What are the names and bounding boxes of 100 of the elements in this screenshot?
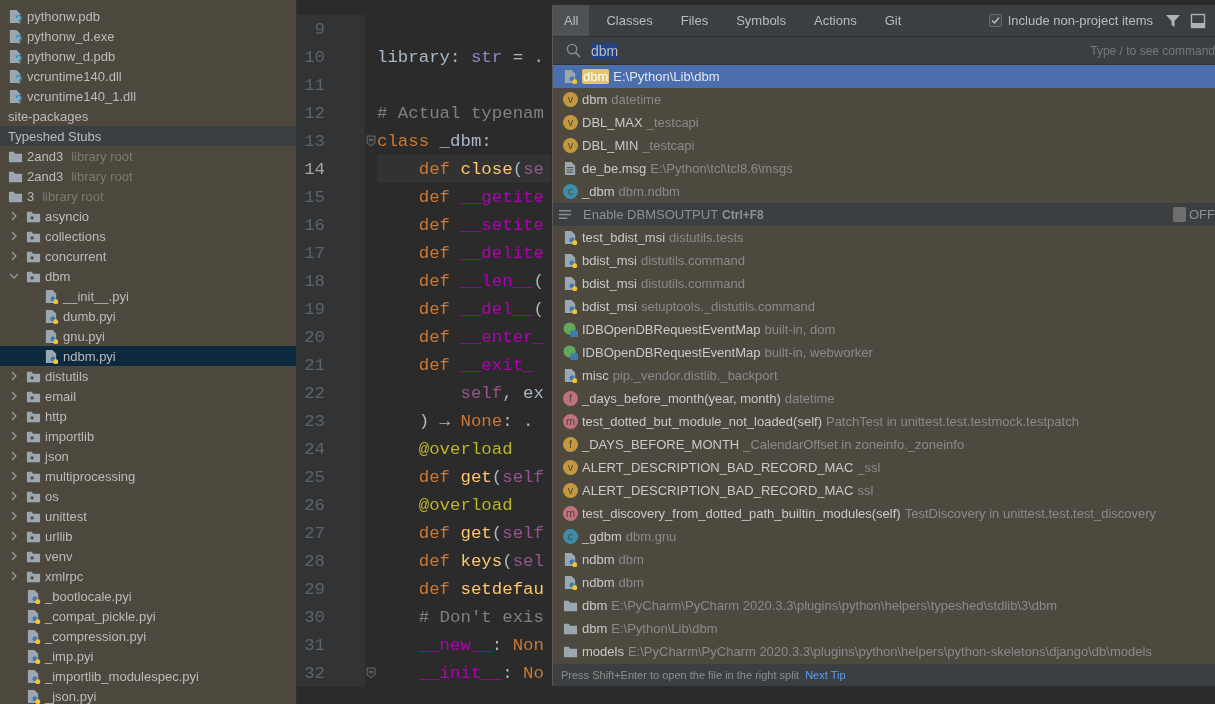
- result-item[interactable]: bdist_msi setuptools._distutils.command: [553, 295, 1215, 318]
- chevron-right-icon[interactable]: [9, 491, 19, 501]
- unknown-file-icon: [8, 28, 23, 44]
- chevron-right-icon[interactable]: [9, 431, 19, 441]
- chevron-right-icon[interactable]: [9, 251, 19, 261]
- chevron-right-icon[interactable]: [9, 211, 19, 221]
- search-field[interactable]: dbm: [591, 42, 619, 59]
- result-item[interactable]: v DBL_MIN _testcapi: [553, 134, 1215, 157]
- result-item[interactable]: c _dbm dbm.ndbm: [553, 180, 1215, 203]
- tab[interactable]: Files: [669, 5, 720, 36]
- tree-item[interactable]: email: [0, 386, 296, 406]
- result-item[interactable]: bdist_msi distutils.command: [553, 249, 1215, 272]
- python-file-icon: [44, 328, 59, 344]
- tree-item[interactable]: json: [0, 446, 296, 466]
- tree-item[interactable]: venv: [0, 546, 296, 566]
- result-item[interactable]: m test_dotted_but_module_not_loaded(self) PatchTest in unittest.test.testmock.testpatch: [553, 410, 1215, 433]
- field-icon: f: [563, 437, 578, 452]
- tab[interactable]: All: [553, 5, 590, 36]
- tree-item[interactable]: _json.pyi: [0, 686, 296, 704]
- chevron-right-icon[interactable]: [9, 551, 19, 561]
- chevron-right-icon[interactable]: [9, 371, 19, 381]
- result-item[interactable]: IDBOpenDBRequestEventMap built-in, dom: [553, 318, 1215, 341]
- tree-item[interactable]: concurrent: [0, 246, 296, 266]
- tree-item[interactable]: _importlib_modulespec.pyi: [0, 666, 296, 686]
- text-file-icon: [563, 161, 578, 176]
- result-item[interactable]: v ALERT_DESCRIPTION_BAD_RECORD_MAC _ssl: [553, 456, 1215, 479]
- tree-item[interactable]: dumb.pyi: [0, 306, 296, 326]
- tree-item[interactable]: vcruntime140_1.dll: [0, 86, 296, 106]
- result-item[interactable]: m test_discovery_from_dotted_path_builtin_modules(self) TestDiscovery in unittest.test.test_discovery: [553, 502, 1215, 525]
- tree-item[interactable]: urllib: [0, 526, 296, 546]
- tree-item[interactable]: site-packages: [0, 106, 296, 126]
- tree-item[interactable]: multiprocessing: [0, 466, 296, 486]
- tab[interactable]: Symbols: [725, 5, 797, 36]
- python-file-icon: [563, 276, 578, 291]
- tree-item[interactable]: http: [0, 406, 296, 426]
- filter-icon[interactable]: [1165, 12, 1181, 29]
- tab[interactable]: Git: [873, 5, 913, 36]
- code-line: # Don't exis: [417, 607, 544, 627]
- variable-icon: v: [563, 115, 578, 130]
- tree-item[interactable]: collections: [0, 226, 296, 246]
- result-item[interactable]: IDBOpenDBRequestEventMap built-in, webworker: [553, 341, 1215, 364]
- method-icon: m: [563, 506, 578, 521]
- tree-item[interactable]: gnu.pyi: [0, 326, 296, 346]
- interface-icon: [563, 345, 578, 360]
- result-item[interactable]: test_bdist_msi distutils.tests: [553, 226, 1215, 249]
- variable-icon: v: [563, 460, 578, 475]
- tree-item[interactable]: distutils: [0, 366, 296, 386]
- result-item[interactable]: ndbm dbm: [553, 548, 1215, 571]
- fold-icon[interactable]: [366, 667, 376, 679]
- tree-item[interactable]: vcruntime140.dll: [0, 66, 296, 86]
- result-item[interactable]: v DBL_MAX _testcapi: [553, 111, 1215, 134]
- chevron-right-icon[interactable]: [9, 231, 19, 241]
- chevron-right-icon[interactable]: [9, 511, 19, 521]
- chevron-down-icon[interactable]: [9, 271, 19, 281]
- code-line: def close(se: [417, 159, 544, 179]
- tree-item[interactable]: Typeshed Stubs: [0, 126, 296, 146]
- folder-icon: [563, 621, 578, 636]
- tree-item[interactable]: pythonw_d.exe: [0, 26, 296, 46]
- result-item[interactable]: f _days_before_month(year, month) datetime: [553, 387, 1215, 410]
- result-item[interactable]: dbm E:\PyCharm\PyCharm 2020.3.3\plugins\python\helpers\typeshed\stdlib\3\dbm: [553, 594, 1215, 617]
- result-item[interactable]: v dbm datetime: [553, 88, 1215, 111]
- result-item[interactable]: dbm E:\Python\Lib\dbm: [553, 617, 1215, 640]
- result-item[interactable]: models E:\PyCharm\PyCharm 2020.3.3\plugins\python\helpers\python-skeletons\django\db\models: [553, 640, 1215, 663]
- fold-icon[interactable]: [366, 135, 376, 147]
- chevron-right-icon[interactable]: [9, 391, 19, 401]
- checkbox[interactable]: [988, 14, 1002, 27]
- tree-item[interactable]: _bootlocale.pyi: [0, 586, 296, 606]
- chevron-right-icon[interactable]: [9, 451, 19, 461]
- tree-item[interactable]: os: [0, 486, 296, 506]
- result-item[interactable]: misc pip._vendor.distlib._backport: [553, 364, 1215, 387]
- result-item[interactable]: dbm E:\Python\Lib\dbm: [553, 65, 1215, 88]
- result-item[interactable]: ndbm dbm: [553, 571, 1215, 594]
- result-item[interactable]: bdist_msi distutils.command: [553, 272, 1215, 295]
- toggle-switch[interactable]: OFF: [1173, 207, 1215, 222]
- tab[interactable]: Actions: [803, 5, 868, 36]
- result-item[interactable]: de_be.msg E:\Python\tcl\tcl8.6\msgs: [553, 157, 1215, 180]
- chevron-right-icon[interactable]: [9, 531, 19, 541]
- tree-item[interactable]: unittest: [0, 506, 296, 526]
- action-item[interactable]: Enable DBMSOUTPUT Ctrl+F8 OFF: [553, 203, 1215, 226]
- chevron-right-icon[interactable]: [9, 411, 19, 421]
- chevron-right-icon[interactable]: [9, 471, 19, 481]
- tree-item[interactable]: xmlrpc: [0, 566, 296, 586]
- result-item[interactable]: f _DAYS_BEFORE_MONTH _CalendarOffset in zoneinfo._zoneinfo: [553, 433, 1215, 456]
- code-line: # Actual typenam: [377, 103, 544, 123]
- tree-item[interactable]: ndbm.pyi: [0, 346, 296, 366]
- tree-item[interactable]: dbm: [0, 266, 296, 286]
- tree-item[interactable]: pythonw_d.pdb: [0, 46, 296, 66]
- result-item[interactable]: v ALERT_DESCRIPTION_BAD_RECORD_MAC ssl: [553, 479, 1215, 502]
- tab[interactable]: Classes: [595, 5, 664, 36]
- tree-item[interactable]: _compression.pyi: [0, 626, 296, 646]
- tree-item[interactable]: importlib: [0, 426, 296, 446]
- tree-item[interactable]: _imp.pyi: [0, 646, 296, 666]
- chevron-right-icon[interactable]: [9, 571, 19, 581]
- tree-item[interactable]: __init__.pyi: [0, 286, 296, 306]
- tree-item[interactable]: pythonw.pdb: [0, 6, 296, 26]
- tree-item[interactable]: _compat_pickle.pyi: [0, 606, 296, 626]
- window-icon[interactable]: [1190, 12, 1206, 29]
- result-item[interactable]: c _gdbm dbm.gnu: [553, 525, 1215, 548]
- tree-item[interactable]: asyncio: [0, 206, 296, 226]
- next-tip-link[interactable]: Next Tip: [805, 669, 846, 681]
